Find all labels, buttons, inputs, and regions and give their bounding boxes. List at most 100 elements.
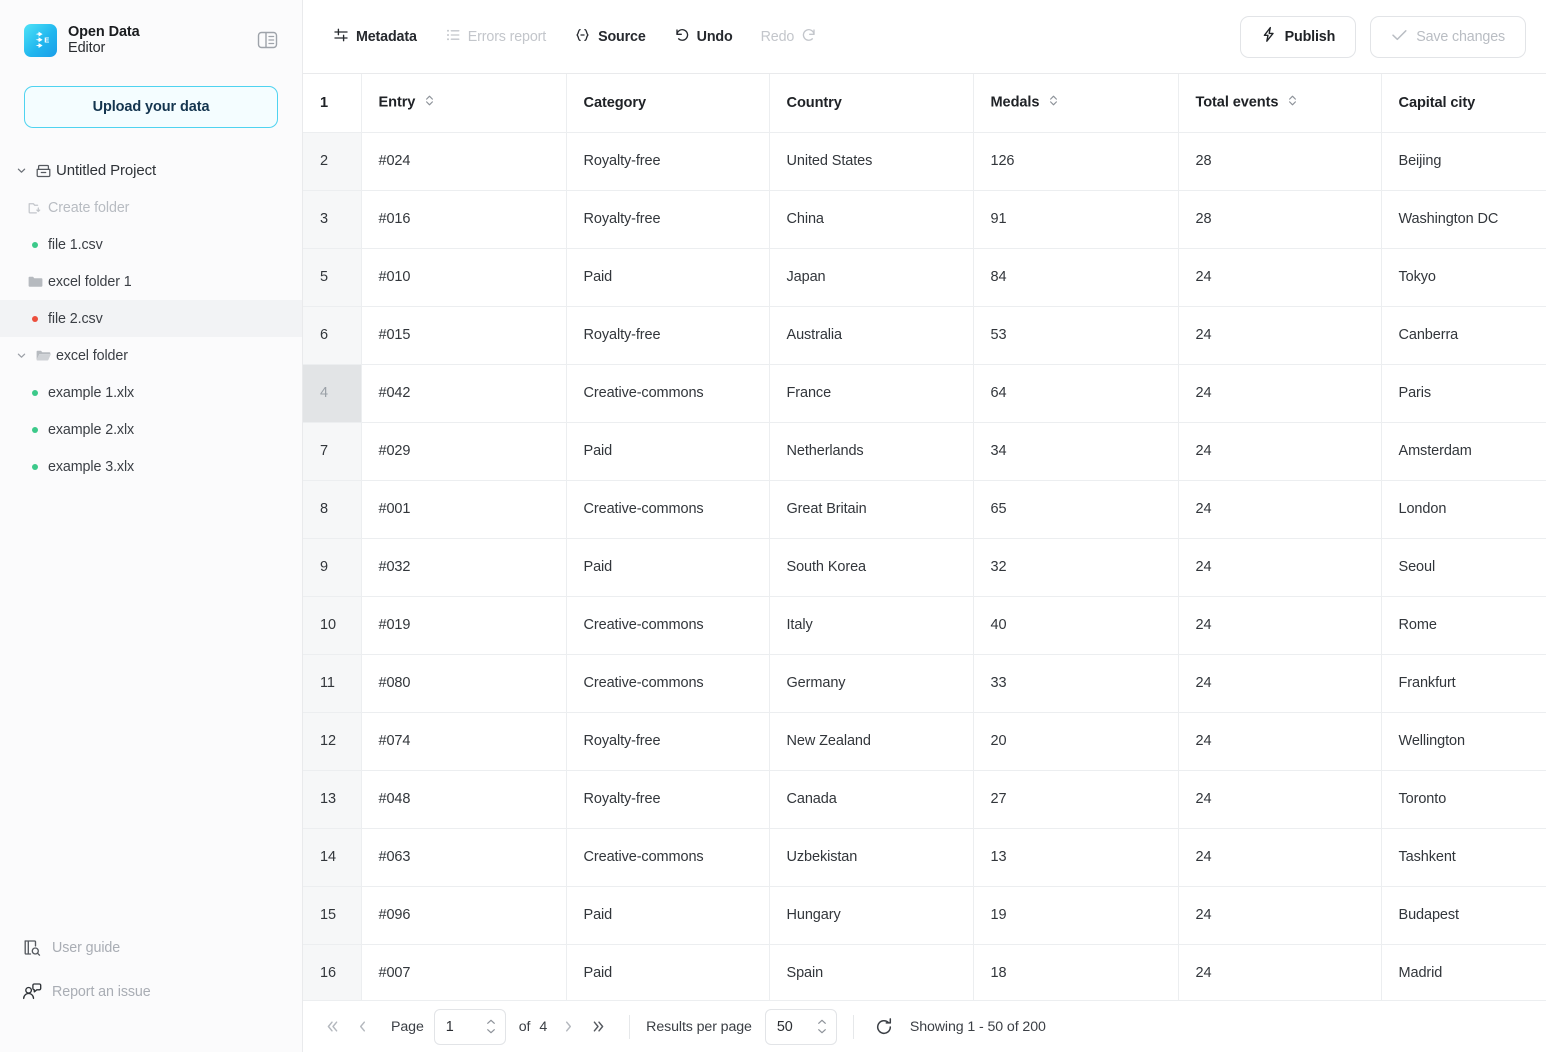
refresh-icon[interactable]	[870, 1013, 898, 1041]
cell-category[interactable]: Royalty-free	[566, 770, 769, 828]
panel-toggle-icon[interactable]	[254, 27, 280, 53]
cell-category[interactable]: Royalty-free	[566, 132, 769, 190]
cell-capital-city[interactable]: Seoul	[1381, 538, 1546, 596]
cell-country[interactable]: Hungary	[769, 886, 973, 944]
cell-total-events[interactable]: 24	[1178, 944, 1381, 1000]
table-row[interactable]: 6#015Royalty-freeAustralia5324Canberra	[303, 306, 1546, 364]
tree-item-excel-folder-1[interactable]: excel folder 1	[0, 263, 302, 300]
row-number-cell[interactable]: 13	[303, 770, 361, 828]
cell-medals[interactable]: 20	[973, 712, 1178, 770]
save-changes-button[interactable]: Save changes	[1370, 16, 1526, 58]
cell-entry[interactable]: #016	[361, 190, 566, 248]
cell-category[interactable]: Creative-commons	[566, 364, 769, 422]
cell-medals[interactable]: 34	[973, 422, 1178, 480]
row-number-cell[interactable]: 7	[303, 422, 361, 480]
table-row[interactable]: 7#029PaidNetherlands3424Amsterdam	[303, 422, 1546, 480]
cell-medals[interactable]: 84	[973, 248, 1178, 306]
tree-item-example-2-xlx[interactable]: example 2.xlx	[0, 411, 302, 448]
column-header-country[interactable]: Country	[769, 74, 973, 132]
cell-category[interactable]: Paid	[566, 248, 769, 306]
column-header-total-events[interactable]: Total events	[1178, 74, 1381, 132]
sort-icon[interactable]	[1288, 94, 1297, 111]
column-header-capital-city[interactable]: Capital city	[1381, 74, 1546, 132]
cell-entry[interactable]: #074	[361, 712, 566, 770]
cell-country[interactable]: Canada	[769, 770, 973, 828]
cell-entry[interactable]: #015	[361, 306, 566, 364]
tree-item-file-2-csv[interactable]: file 2.csv	[0, 300, 302, 337]
table-row[interactable]: 9#032PaidSouth Korea3224Seoul	[303, 538, 1546, 596]
cell-capital-city[interactable]: Tashkent	[1381, 828, 1546, 886]
cell-country[interactable]: Japan	[769, 248, 973, 306]
cell-total-events[interactable]: 24	[1178, 364, 1381, 422]
cell-capital-city[interactable]: Toronto	[1381, 770, 1546, 828]
table-row[interactable]: 3#016Royalty-freeChina9128Washington DC	[303, 190, 1546, 248]
cell-total-events[interactable]: 24	[1178, 654, 1381, 712]
row-number-cell[interactable]: 16	[303, 944, 361, 1000]
cell-category[interactable]: Paid	[566, 538, 769, 596]
first-page-button[interactable]	[317, 1012, 347, 1042]
tree-item-excel-folder[interactable]: excel folder	[0, 337, 302, 374]
next-page-button[interactable]	[553, 1012, 583, 1042]
previous-page-button[interactable]	[347, 1012, 377, 1042]
cell-medals[interactable]: 18	[973, 944, 1178, 1000]
cell-capital-city[interactable]: Washington DC	[1381, 190, 1546, 248]
row-number-cell[interactable]: 5	[303, 248, 361, 306]
chevron-down-icon[interactable]	[10, 165, 32, 176]
table-row[interactable]: 13#048Royalty-freeCanada2724Toronto	[303, 770, 1546, 828]
sort-icon[interactable]	[425, 94, 434, 111]
toolbar-errors-report-button[interactable]: Errors report	[445, 27, 546, 47]
cell-capital-city[interactable]: Tokyo	[1381, 248, 1546, 306]
cell-total-events[interactable]: 24	[1178, 886, 1381, 944]
cell-medals[interactable]: 64	[973, 364, 1178, 422]
last-page-button[interactable]	[583, 1012, 613, 1042]
cell-entry[interactable]: #063	[361, 828, 566, 886]
cell-country[interactable]: Great Britain	[769, 480, 973, 538]
cell-medals[interactable]: 91	[973, 190, 1178, 248]
upload-data-button[interactable]: Upload your data	[24, 86, 278, 128]
cell-medals[interactable]: 19	[973, 886, 1178, 944]
cell-capital-city[interactable]: Paris	[1381, 364, 1546, 422]
cell-category[interactable]: Royalty-free	[566, 190, 769, 248]
cell-capital-city[interactable]: Frankfurt	[1381, 654, 1546, 712]
cell-medals[interactable]: 13	[973, 828, 1178, 886]
page-number-input[interactable]: 1	[435, 1019, 483, 1035]
table-row[interactable]: 16#007PaidSpain1824Madrid	[303, 944, 1546, 1000]
cell-total-events[interactable]: 24	[1178, 828, 1381, 886]
cell-country[interactable]: Uzbekistan	[769, 828, 973, 886]
row-number-cell[interactable]: 12	[303, 712, 361, 770]
cell-medals[interactable]: 27	[973, 770, 1178, 828]
tree-item-file-1-csv[interactable]: file 1.csv	[0, 226, 302, 263]
cell-medals[interactable]: 32	[973, 538, 1178, 596]
results-per-page-input[interactable]: 50	[766, 1019, 814, 1035]
cell-total-events[interactable]: 24	[1178, 480, 1381, 538]
row-number-cell[interactable]: 2	[303, 132, 361, 190]
cell-entry[interactable]: #024	[361, 132, 566, 190]
row-number-cell[interactable]: 11	[303, 654, 361, 712]
cell-country[interactable]: Germany	[769, 654, 973, 712]
cell-entry[interactable]: #048	[361, 770, 566, 828]
cell-entry[interactable]: #032	[361, 538, 566, 596]
column-header-entry[interactable]: Entry	[361, 74, 566, 132]
cell-country[interactable]: China	[769, 190, 973, 248]
cell-capital-city[interactable]: Beijing	[1381, 132, 1546, 190]
column-header-category[interactable]: Category	[566, 74, 769, 132]
cell-capital-city[interactable]: Rome	[1381, 596, 1546, 654]
row-number-cell[interactable]: 14	[303, 828, 361, 886]
results-per-page-stepper[interactable]: 50	[765, 1009, 837, 1045]
cell-country[interactable]: South Korea	[769, 538, 973, 596]
cell-capital-city[interactable]: Madrid	[1381, 944, 1546, 1000]
tree-item-example-3-xlx[interactable]: example 3.xlx	[0, 448, 302, 485]
cell-country[interactable]: Australia	[769, 306, 973, 364]
cell-capital-city[interactable]: London	[1381, 480, 1546, 538]
cell-country[interactable]: New Zealand	[769, 712, 973, 770]
cell-entry[interactable]: #010	[361, 248, 566, 306]
row-number-cell[interactable]: 3	[303, 190, 361, 248]
cell-category[interactable]: Paid	[566, 886, 769, 944]
column-header-medals[interactable]: Medals	[973, 74, 1178, 132]
cell-total-events[interactable]: 28	[1178, 132, 1381, 190]
table-row[interactable]: 5#010PaidJapan8424Tokyo	[303, 248, 1546, 306]
cell-country[interactable]: United States	[769, 132, 973, 190]
cell-entry[interactable]: #080	[361, 654, 566, 712]
cell-category[interactable]: Creative-commons	[566, 480, 769, 538]
table-row[interactable]: 14#063Creative-commonsUzbekistan1324Tash…	[303, 828, 1546, 886]
